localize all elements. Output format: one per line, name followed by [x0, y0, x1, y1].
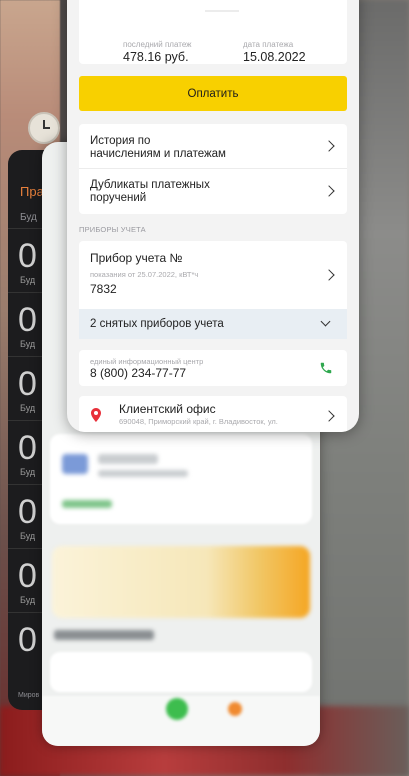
blurred-section-title [54, 630, 154, 640]
history-menu-item[interactable]: История по начислениям и платежам [79, 124, 347, 168]
alarm-label: Буд [20, 531, 36, 541]
meter-reading-label: показания от 25.07.2022, кВТ*ч [90, 270, 199, 279]
chevron-right-icon [323, 185, 335, 197]
chevron-right-icon [323, 410, 335, 422]
blurred-center-tab [166, 698, 188, 720]
contact-center-label: единый информационный центр [90, 357, 204, 366]
meter-item[interactable]: Прибор учета № показания от 25.07.2022, … [79, 241, 347, 309]
last-payment-label: последний платеж [123, 40, 192, 49]
location-pin-icon [91, 408, 101, 422]
duplicates-menu-item[interactable]: Дубликаты платежных поручений [79, 169, 347, 214]
meter-panel: Прибор учета № показания от 25.07.2022, … [79, 241, 347, 339]
client-office-address: 690048, Приморский край, г. Владивосток,… [119, 417, 278, 426]
blurred-text [98, 454, 158, 464]
divider [205, 10, 239, 12]
meters-expand-row[interactable]: 2 снятых приборов учета [79, 309, 347, 339]
alarm-time: 0 [18, 493, 37, 531]
alarm-label: Буд [20, 275, 36, 285]
payment-date-label: дата платежа [243, 40, 294, 49]
duplicates-label-line1: Дубликаты платежных [90, 179, 210, 191]
last-payment-value: 478.16 руб. [123, 50, 189, 64]
alarm-label: Буд [20, 595, 36, 605]
card-icon [62, 454, 88, 474]
alarm-bottom-label: Миров [18, 692, 40, 699]
alarm-time: 0 [18, 557, 37, 595]
alarm-time: 0 [18, 429, 37, 467]
history-label-line1: История по [90, 135, 151, 147]
blurred-text [62, 500, 112, 508]
history-label-line2: начислениям и платежам [90, 148, 226, 160]
chevron-right-icon [323, 269, 335, 281]
payment-date-value: 15.08.2022 [243, 50, 306, 64]
meter-title: Прибор учета № [90, 251, 183, 265]
alarm-subtitle: Буд [20, 212, 37, 223]
alarm-label: Буд [20, 403, 36, 413]
collapsed-meters-label: 2 снятых приборов учета [90, 318, 224, 330]
duplicates-label-line2: поручений [90, 192, 147, 204]
client-office-item[interactable]: Клиентский офис 690048, Приморский край,… [79, 396, 347, 432]
blurred-text [98, 470, 188, 477]
chevron-down-icon [320, 316, 331, 327]
blurred-promo-banner [52, 546, 310, 618]
meter-reading-value: 7832 [90, 282, 117, 296]
blurred-account-card [50, 434, 312, 524]
blurred-badge [228, 702, 242, 716]
history-panel: История по начислениям и платежам Дублик… [79, 124, 347, 214]
alarm-time: 0 [18, 237, 37, 275]
payment-summary: последний платеж 478.16 руб. дата платеж… [79, 0, 347, 64]
phone-icon[interactable] [319, 361, 333, 375]
utility-app-card[interactable]: последний платеж 478.16 руб. дата платеж… [67, 0, 359, 432]
alarm-label: Буд [20, 339, 36, 349]
alarm-time: 0 [18, 365, 37, 403]
chevron-right-icon [323, 140, 335, 152]
client-office-title: Клиентский офис [119, 402, 216, 416]
clock-icon[interactable] [28, 112, 60, 144]
alarm-time: 0 [18, 301, 37, 339]
alarm-title: Пра [20, 184, 44, 199]
contact-center-item[interactable]: единый информационный центр 8 (800) 234-… [79, 350, 347, 386]
contact-phone-number: 8 (800) 234-77-77 [90, 366, 187, 380]
blurred-list-item [50, 652, 312, 692]
pay-button[interactable]: Оплатить [79, 76, 347, 111]
alarm-time: 0 [18, 621, 37, 659]
alarm-label: Буд [20, 467, 36, 477]
meters-section-label: ПРИБОРЫ УЧЕТА [79, 225, 146, 234]
